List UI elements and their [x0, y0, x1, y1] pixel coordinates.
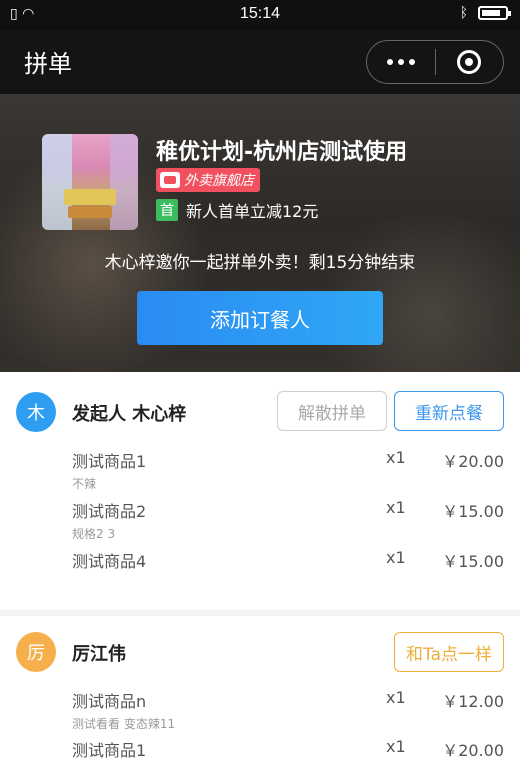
more-button[interactable] — [367, 59, 435, 65]
reorder-button[interactable]: 重新点餐 — [394, 391, 504, 431]
battery-icon — [478, 6, 511, 20]
close-button[interactable] — [436, 50, 504, 74]
order-card-participant: 厉 厉江伟 和Ta点一样 测试商品n 测试看看 变态辣11 x1 ￥12.00 … — [0, 616, 520, 761]
page-title: 拼单 — [24, 50, 72, 78]
list-item: 测试商品4 x1 ￥15.00 — [72, 548, 504, 572]
scooter-icon — [160, 172, 180, 188]
item-name: 测试商品1 — [72, 452, 147, 471]
item-price: ￥20.00 — [442, 741, 504, 760]
item-spec: 规格2 3 — [72, 527, 116, 541]
bluetooth-icon: ᛒ — [459, 5, 468, 21]
avatar: 厉 — [16, 632, 56, 672]
status-bar: ▯ ◠ 15:14 ᛒ — [0, 0, 520, 30]
item-price: ￥15.00 — [442, 552, 504, 571]
item-spec: 不辣 — [72, 477, 97, 491]
participant-name: 发起人 木心梓 — [72, 404, 187, 425]
shop-header: 稚优计划-杭州店测试使用 外卖旗舰店 首 新人首单立减12元 木心梓邀你一起拼单… — [0, 94, 520, 372]
shop-thumbnail — [42, 134, 138, 230]
item-qty: x1 — [386, 448, 406, 467]
list-item: 测试商品1 不辣 x1 ￥20.00 — [72, 448, 504, 492]
item-qty: x1 — [386, 688, 406, 707]
item-qty: x1 — [386, 548, 406, 567]
list-item: 测试商品n 测试看看 变态辣11 x1 ￥12.00 — [72, 688, 504, 732]
list-item: 测试商品1 x1 ￥20.00 — [72, 737, 504, 761]
nav-bar: 拼单 — [0, 30, 520, 94]
item-qty: x1 — [386, 737, 406, 756]
invite-text: 木心梓邀你一起拼单外卖！剩15分钟结束 — [104, 253, 416, 273]
list-item: 测试商品2 规格2 3 x1 ￥15.00 — [72, 498, 504, 542]
promo-tag: 首 — [156, 199, 178, 221]
dissolve-group-button[interactable]: 解散拼单 — [277, 391, 387, 431]
avatar: 木 — [16, 392, 56, 432]
flagship-badge-label: 外卖旗舰店 — [184, 173, 254, 189]
item-name: 测试商品1 — [72, 741, 147, 760]
participant-name: 厉江伟 — [72, 644, 126, 665]
miniprogram-capsule — [366, 40, 504, 84]
item-name: 测试商品n — [72, 692, 147, 711]
flagship-badge: 外卖旗舰店 — [156, 168, 260, 192]
item-price: ￥20.00 — [442, 452, 504, 471]
item-qty: x1 — [386, 498, 406, 517]
item-spec: 测试看看 变态辣11 — [72, 717, 176, 731]
target-icon — [457, 50, 482, 74]
shop-name: 稚优计划-杭州店测试使用 — [156, 140, 408, 165]
item-name: 测试商品4 — [72, 552, 147, 571]
same-order-button[interactable]: 和Ta点一样 — [394, 632, 504, 672]
promo-text: 新人首单立减12元 — [186, 202, 319, 221]
order-card-initiator: 木 发起人 木心梓 解散拼单 重新点餐 测试商品1 不辣 x1 ￥20.00 测… — [0, 372, 520, 610]
item-price: ￥15.00 — [442, 502, 504, 521]
item-price: ￥12.00 — [442, 692, 504, 711]
item-name: 测试商品2 — [72, 502, 147, 521]
add-diner-button[interactable]: 添加订餐人 — [137, 291, 383, 345]
promo-row: 首 新人首单立减12元 — [156, 198, 318, 222]
status-time: 15:14 — [239, 5, 281, 22]
